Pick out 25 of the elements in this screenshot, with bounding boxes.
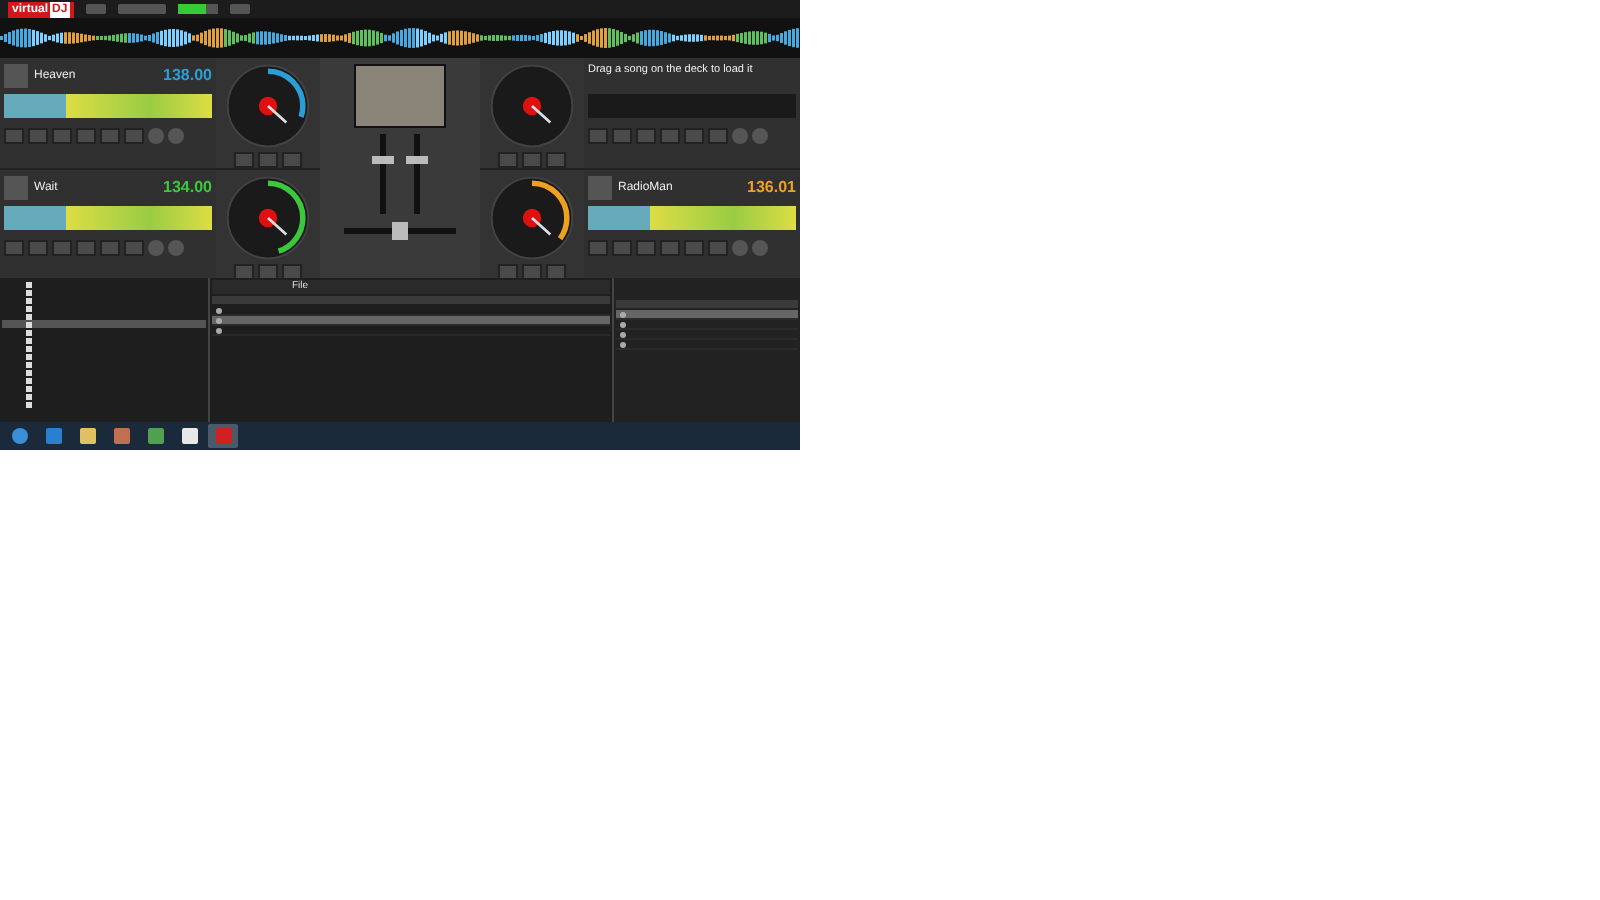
cover-placeholder	[588, 176, 612, 200]
folder-item[interactable]	[2, 320, 206, 328]
fader-handle[interactable]	[372, 155, 394, 164]
side-row[interactable]	[616, 320, 798, 330]
side-row[interactable]	[616, 330, 798, 340]
level-meter	[177, 4, 218, 14]
toolbar-button[interactable]	[229, 4, 250, 14]
cover-placeholder	[4, 64, 28, 88]
video-placeholder	[354, 64, 446, 128]
bpm-readout: 134.00	[163, 178, 212, 198]
app-icon	[113, 428, 129, 444]
grid-icon	[181, 428, 197, 444]
app-icon	[45, 428, 61, 444]
toolbar-button[interactable]	[117, 4, 166, 14]
folder-icon	[79, 428, 95, 444]
bpm-readout: 138.00	[163, 66, 212, 86]
app-icon	[215, 428, 231, 444]
side-row[interactable]	[616, 310, 798, 320]
toolbar-button[interactable]	[85, 4, 106, 14]
fader-handle[interactable]	[406, 155, 428, 164]
bpm-readout: 136.01	[747, 178, 796, 198]
side-row[interactable]	[616, 340, 798, 350]
crossfader-handle[interactable]	[392, 222, 408, 240]
cover-placeholder	[4, 176, 28, 200]
app-icon	[147, 428, 163, 444]
